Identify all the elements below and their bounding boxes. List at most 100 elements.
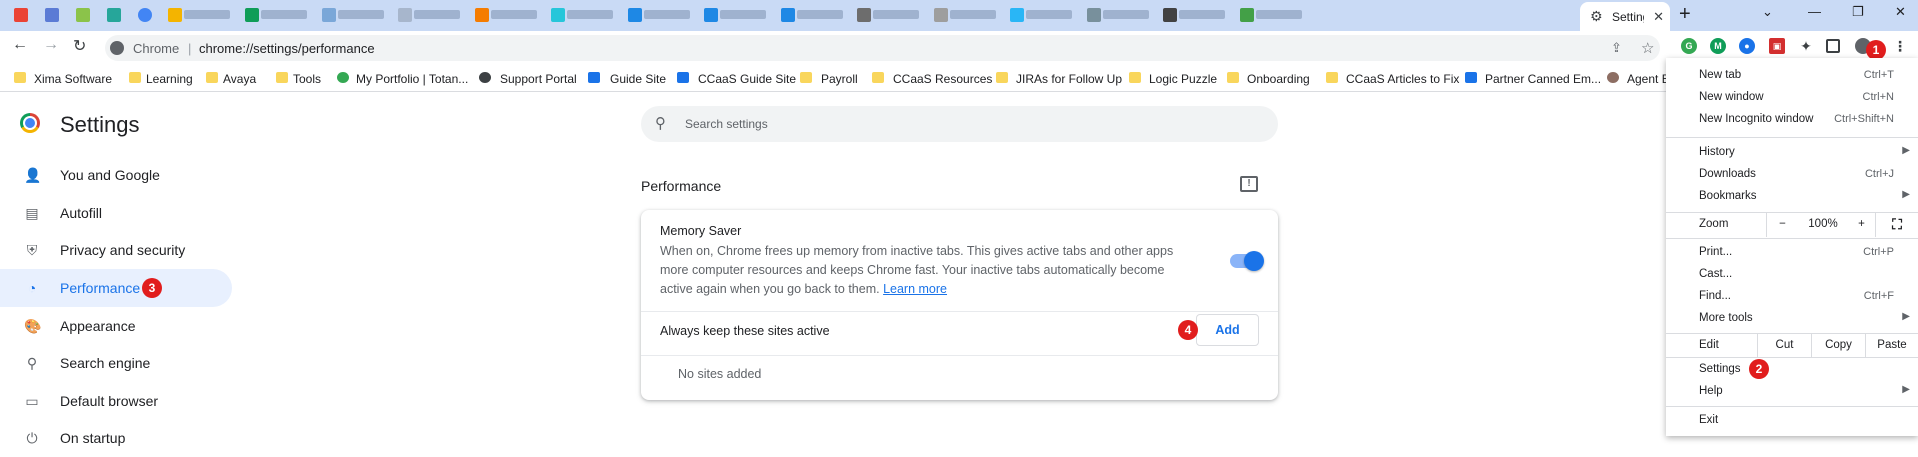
tab-favicon[interactable] [45, 8, 59, 22]
tab-favicon[interactable] [1087, 8, 1101, 22]
restore-button[interactable]: ❐ [1852, 4, 1864, 20]
sidebar-item-you-and-google[interactable]: 👤 You and Google [0, 156, 232, 194]
tab-favicon[interactable] [1010, 8, 1024, 22]
add-site-button[interactable]: Add [1196, 314, 1259, 346]
tab-favicon[interactable] [475, 8, 489, 22]
cut-button[interactable]: Cut [1757, 334, 1811, 357]
tab-title-blurred[interactable] [338, 10, 384, 19]
tab-title-blurred[interactable] [720, 10, 766, 19]
menu-item-find[interactable]: Find... Ctrl+F [1666, 286, 1918, 308]
extension-circle-icon[interactable]: ● [1739, 38, 1755, 54]
tab-favicon[interactable] [704, 8, 718, 22]
sidebar-item-search-engine[interactable]: ⚲ Search engine [0, 344, 232, 382]
bookmark-item[interactable]: CCaaS Articles to Fix [1346, 72, 1459, 86]
tab-title-blurred[interactable] [1179, 10, 1225, 19]
bookmark-item[interactable]: CCaaS Guide Site [698, 72, 796, 86]
menu-item-history[interactable]: History ▶ [1666, 142, 1918, 164]
fullscreen-icon[interactable]: ⛶ [1876, 213, 1918, 235]
grammarly-extension-icon[interactable]: G [1681, 38, 1697, 54]
tab-title-blurred[interactable] [1256, 10, 1302, 19]
bookmark-item[interactable]: CCaaS Resources [893, 72, 992, 86]
menu-item-bookmarks[interactable]: Bookmarks ▶ [1666, 186, 1918, 208]
tab-favicon[interactable] [398, 8, 412, 22]
copy-button[interactable]: Copy [1811, 334, 1865, 357]
sidebar-item-appearance[interactable]: 🎨 Appearance [0, 307, 232, 345]
gmail-tab-icon[interactable] [14, 8, 28, 22]
back-arrow-icon[interactable]: ← [12, 36, 28, 54]
paste-button[interactable]: Paste [1865, 334, 1918, 357]
learn-more-link[interactable]: Learn more [883, 282, 947, 296]
bookmark-item[interactable]: Learning [146, 72, 193, 86]
bookmark-item[interactable]: Agent B [1627, 72, 1670, 86]
bookmark-item[interactable]: Guide Site [610, 72, 666, 86]
tab-title-blurred[interactable] [414, 10, 460, 19]
menu-item-downloads[interactable]: Downloads Ctrl+J [1666, 164, 1918, 186]
tab-title-blurred[interactable] [261, 10, 307, 19]
bookmark-item[interactable]: My Portfolio | Totan... [356, 72, 468, 86]
bookmark-star-icon[interactable]: ☆ [1641, 39, 1654, 57]
settings-tab[interactable]: ⚙ Settings ✕ [1580, 2, 1670, 31]
menu-item-incognito[interactable]: New Incognito window Ctrl+Shift+N [1666, 109, 1918, 131]
zoom-in-button[interactable]: + [1848, 213, 1876, 237]
bookmark-item[interactable]: Logic Puzzle [1149, 72, 1217, 86]
search-settings-box[interactable]: ⚲ [641, 106, 1278, 142]
puzzle-icon[interactable]: ✦ [1798, 38, 1814, 54]
tab-favicon[interactable] [781, 8, 795, 22]
tab-title-blurred[interactable] [950, 10, 996, 19]
bookmark-item[interactable]: Avaya [223, 72, 256, 86]
menu-item-help[interactable]: Help ▶ [1666, 381, 1918, 403]
extension-m-icon[interactable]: M [1710, 38, 1726, 54]
tab-title-blurred[interactable] [644, 10, 690, 19]
bookmark-item[interactable]: Xima Software [34, 72, 112, 86]
close-window-button[interactable]: ✕ [1895, 4, 1906, 20]
sidebar-item-default-browser[interactable]: ▭ Default browser [0, 382, 232, 420]
tab-title-blurred[interactable] [1026, 10, 1072, 19]
tab-favicon[interactable] [1163, 8, 1177, 22]
tab-favicon[interactable] [76, 8, 90, 22]
side-panel-icon[interactable] [1826, 39, 1840, 53]
site-info-icon[interactable] [110, 41, 124, 55]
tab-favicon[interactable] [107, 8, 121, 22]
sidebar-item-on-startup[interactable]: ⏻ On startup [0, 419, 232, 457]
tab-title-blurred[interactable] [567, 10, 613, 19]
menu-item-exit[interactable]: Exit [1666, 410, 1918, 432]
feedback-icon[interactable]: ! [1240, 176, 1258, 192]
tab-title-blurred[interactable] [797, 10, 843, 19]
tab-favicon[interactable] [551, 8, 565, 22]
tab-title-blurred[interactable] [1103, 10, 1149, 19]
sidebar-item-autofill[interactable]: ▤ Autofill [0, 194, 232, 232]
menu-item-cast[interactable]: Cast... [1666, 264, 1918, 286]
bookmark-item[interactable]: Support Portal [500, 72, 577, 86]
search-settings-input[interactable] [685, 114, 1245, 134]
bookmark-item[interactable]: Tools [293, 72, 321, 86]
forward-arrow-icon[interactable]: → [43, 36, 59, 54]
tab-favicon[interactable] [322, 8, 336, 22]
menu-item-new-tab[interactable]: New tab Ctrl+T [1666, 65, 1918, 87]
google-tab-icon[interactable] [138, 8, 152, 22]
bookmark-item[interactable]: Partner Canned Em... [1485, 72, 1601, 86]
bookmark-item[interactable]: JIRAs for Follow Up [1016, 72, 1122, 86]
sidebar-item-performance[interactable]: ◔ Performance [0, 269, 232, 307]
zoom-out-button[interactable]: − [1766, 213, 1798, 237]
share-icon[interactable]: ⇪ [1611, 40, 1622, 56]
menu-item-settings[interactable]: Settings [1666, 359, 1918, 381]
tab-favicon[interactable] [168, 8, 182, 22]
address-bar[interactable]: Chrome | chrome://settings/performance ⇪… [105, 35, 1660, 61]
tab-favicon[interactable] [628, 8, 642, 22]
new-tab-button[interactable]: + [1679, 3, 1691, 26]
tab-title-blurred[interactable] [873, 10, 919, 19]
menu-item-new-window[interactable]: New window Ctrl+N [1666, 87, 1918, 109]
tab-favicon[interactable] [245, 8, 259, 22]
tab-favicon[interactable] [1240, 8, 1254, 22]
tab-title-blurred[interactable] [491, 10, 537, 19]
menu-item-print[interactable]: Print... Ctrl+P [1666, 242, 1918, 264]
tab-title-blurred[interactable] [184, 10, 230, 19]
memory-saver-toggle[interactable] [1230, 251, 1264, 271]
close-tab-icon[interactable]: ✕ [1653, 9, 1664, 25]
bookmark-item[interactable]: Onboarding [1247, 72, 1310, 86]
menu-item-more-tools[interactable]: More tools ▶ [1666, 308, 1918, 330]
kebab-menu-icon[interactable]: ⋮ [1893, 38, 1907, 54]
tab-favicon[interactable] [857, 8, 871, 22]
reload-icon[interactable]: ↻ [73, 36, 86, 56]
extension-red-icon[interactable]: ▣ [1769, 38, 1785, 54]
